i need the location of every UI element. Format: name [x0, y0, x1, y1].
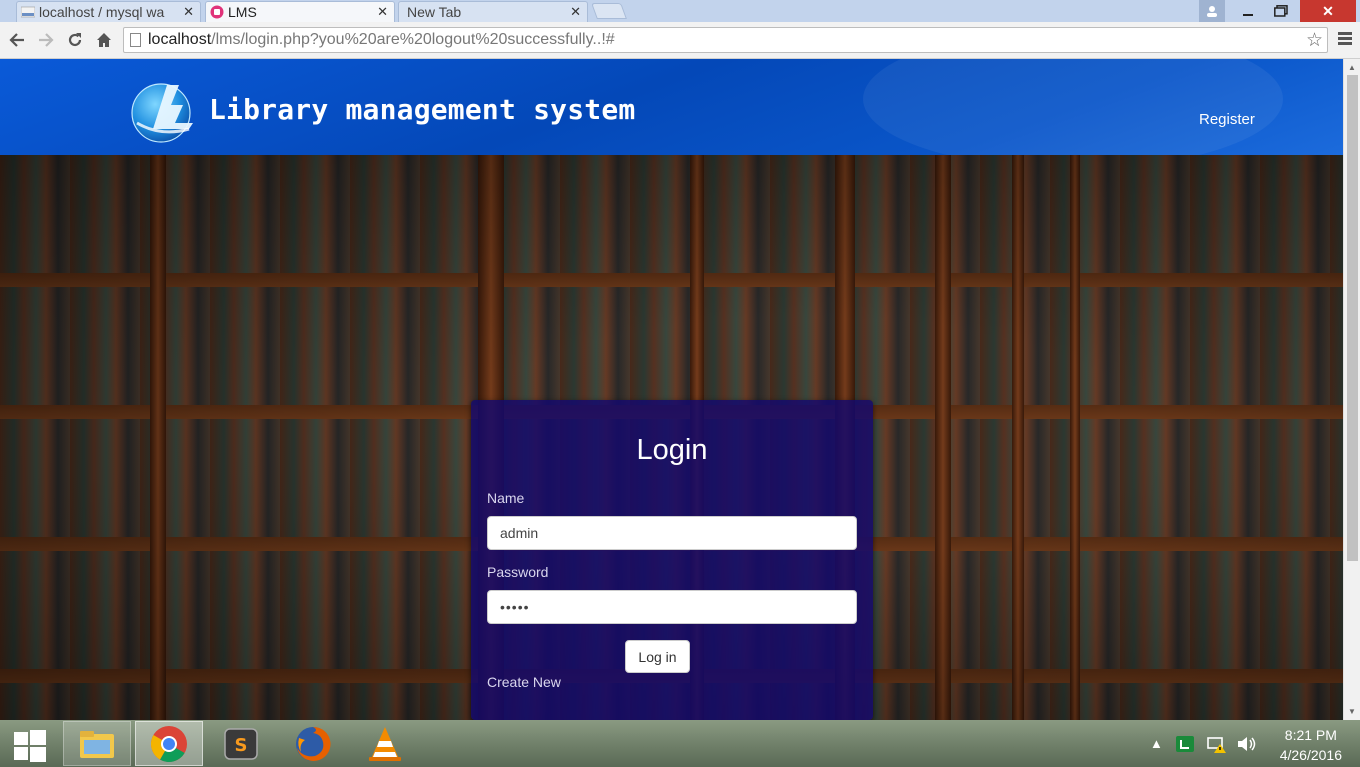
lms-favicon-icon	[210, 5, 224, 19]
user-profile-icon[interactable]	[1199, 0, 1225, 22]
name-input[interactable]: admin	[487, 516, 857, 550]
page-icon	[130, 33, 141, 47]
tray-app-icon[interactable]	[1174, 720, 1196, 767]
clock-time: 8:21 PM	[1284, 727, 1337, 743]
page-viewport: Library management system Register Login…	[0, 59, 1343, 720]
windows-taskbar: S ▲ 8:21 PM 4/26/2016	[0, 720, 1360, 767]
home-icon[interactable]	[93, 28, 115, 52]
back-icon[interactable]	[6, 28, 28, 52]
register-link[interactable]: Register	[1199, 111, 1255, 128]
show-hidden-icons-icon[interactable]: ▲	[1150, 720, 1163, 767]
library-background-image: Login Name admin Password ••••• Log in C…	[0, 155, 1343, 720]
tab-lms[interactable]: LMS ✕	[205, 1, 395, 22]
address-bar[interactable]: localhost/lms/login.php?you%20are%20logo…	[123, 27, 1328, 53]
login-heading: Login	[636, 434, 708, 466]
svg-text:S: S	[235, 735, 248, 756]
site-title: Library management system	[209, 93, 636, 126]
tab-label: New Tab	[407, 4, 462, 20]
tab-label: localhost / mysql wa	[39, 4, 165, 20]
password-input[interactable]: •••••	[487, 590, 857, 624]
reload-icon[interactable]	[64, 28, 86, 52]
site-logo-icon	[131, 83, 193, 143]
bookmark-star-icon[interactable]: ☆	[1306, 29, 1323, 52]
site-header: Library management system Register	[0, 59, 1343, 155]
sublime-text-icon[interactable]: S	[207, 721, 275, 766]
browser-tab-strip: localhost / mysql wa ✕ LMS ✕ New Tab ✕ ✕	[0, 0, 1360, 22]
forward-icon[interactable]	[35, 28, 57, 52]
chrome-taskbar-icon[interactable]	[135, 721, 203, 766]
minimize-icon[interactable]	[1234, 0, 1262, 22]
tab-close-icon[interactable]: ✕	[183, 4, 194, 20]
tab-close-icon[interactable]: ✕	[377, 4, 388, 20]
vlc-icon[interactable]	[351, 721, 419, 766]
scrollbar-thumb[interactable]	[1347, 75, 1358, 561]
url-host: localhost	[148, 31, 212, 48]
password-label: Password	[487, 564, 549, 580]
create-new-link[interactable]: Create New	[487, 674, 561, 690]
tab-new-tab[interactable]: New Tab ✕	[398, 1, 588, 22]
close-window-icon[interactable]: ✕	[1300, 0, 1356, 22]
chrome-menu-icon[interactable]	[1338, 32, 1352, 47]
page-scrollbar[interactable]: ▲ ▼	[1343, 59, 1360, 720]
tab-close-icon[interactable]: ✕	[570, 4, 581, 20]
windows-start-icon[interactable]	[14, 730, 46, 762]
tab-label: LMS	[228, 4, 257, 20]
tab-phpmyadmin[interactable]: localhost / mysql wa ✕	[16, 1, 201, 22]
url-path: /lms/login.php?you%20are%20logout%20succ…	[211, 31, 615, 48]
name-label: Name	[487, 490, 525, 506]
volume-icon[interactable]	[1236, 720, 1258, 767]
restore-icon[interactable]	[1266, 0, 1296, 22]
phpmyadmin-icon	[21, 6, 35, 18]
scroll-up-icon[interactable]: ▲	[1348, 63, 1356, 72]
file-explorer-icon[interactable]	[63, 721, 131, 766]
browser-toolbar: localhost/lms/login.php?you%20are%20logo…	[0, 22, 1360, 59]
login-button[interactable]: Log in	[625, 640, 690, 673]
clock-date: 4/26/2016	[1279, 747, 1342, 763]
system-clock[interactable]: 8:21 PM 4/26/2016	[1280, 725, 1342, 765]
new-tab-button[interactable]	[591, 3, 627, 19]
network-warning-icon[interactable]	[1206, 720, 1228, 767]
firefox-icon[interactable]	[279, 721, 347, 766]
login-panel: Login Name admin Password ••••• Log in C…	[471, 400, 873, 720]
scroll-down-icon[interactable]: ▼	[1348, 707, 1356, 716]
